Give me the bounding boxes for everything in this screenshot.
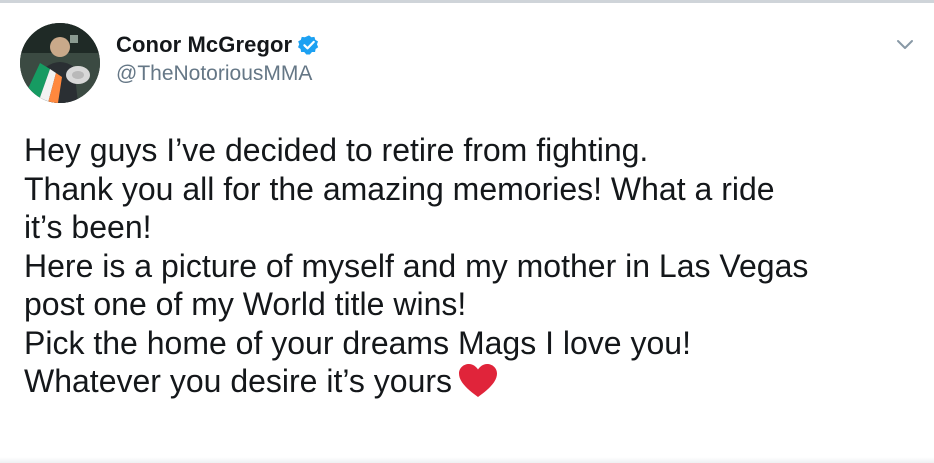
avatar[interactable] [20, 23, 100, 103]
tweet-text-line: Here is a picture of myself and my mothe… [24, 247, 809, 284]
tweet-text-line: post one of my World title wins! [24, 286, 467, 322]
tweet-text-line: Pick the home of your dreams Mags I love… [24, 324, 691, 361]
tweet-author[interactable]: Conor McGregor @TheNotoriousMMA [116, 31, 320, 86]
tweet-text-line: Hey guys I’ve decided to retire from fig… [24, 132, 649, 168]
verified-badge-icon [298, 34, 320, 56]
chevron-down-icon[interactable] [894, 33, 916, 55]
tweet-text-line-last: Whatever you desire it’s yours [24, 362, 914, 402]
tweet-text-line: Whatever you desire it’s yours [24, 363, 453, 399]
bottom-edge [0, 457, 934, 463]
tweet-text: Hey guys I’ve decided to retire from fig… [24, 131, 914, 402]
tweet-text-line: it’s been! [24, 209, 152, 245]
tweet-text-line: Thank you all for the amazing memories! … [24, 170, 775, 207]
avatar-photo-icon [20, 23, 100, 103]
red-heart-icon [458, 363, 498, 399]
display-name[interactable]: Conor McGregor [116, 32, 292, 58]
tweet-card[interactable]: Conor McGregor @TheNotoriousMMA Hey guys… [0, 3, 934, 463]
handle[interactable]: @TheNotoriousMMA [116, 62, 320, 86]
